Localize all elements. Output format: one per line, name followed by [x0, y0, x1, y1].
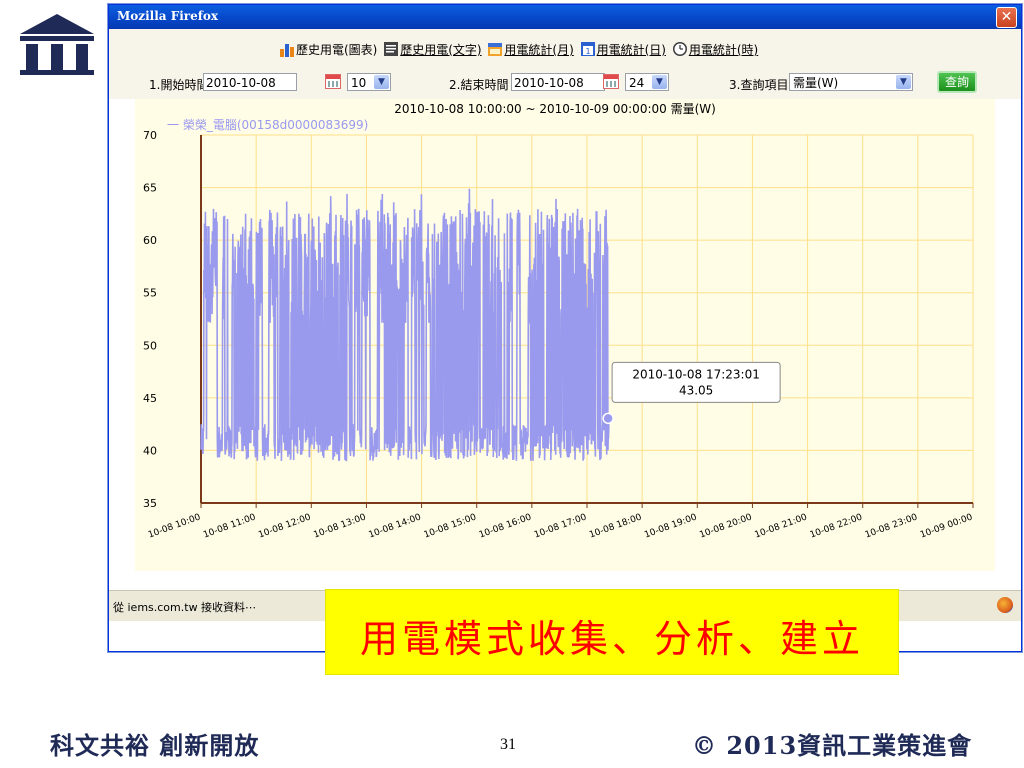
y-tick-label: 40 [143, 444, 157, 457]
x-tick-label: 10-08 16:00 [478, 512, 533, 540]
x-tick-label: 10-08 23:00 [864, 512, 919, 540]
calendar-icon[interactable] [603, 74, 619, 89]
end-date-field[interactable]: 2010-10-08 [511, 73, 605, 91]
bar-chart-icon [280, 44, 294, 57]
end-hour-select[interactable]: 24 ▼ [625, 73, 669, 91]
x-tick-label: 10-08 13:00 [312, 512, 367, 540]
y-tick-label: 35 [143, 497, 157, 510]
chevron-down-icon: ▼ [374, 75, 389, 89]
tooltip-marker [602, 412, 614, 425]
nav-history-text[interactable]: 歷史用電(文字) [383, 41, 482, 58]
chevron-down-icon: ▼ [652, 75, 667, 89]
x-tick-label: 10-08 12:00 [257, 512, 312, 540]
day-calendar-icon: 1 [580, 42, 595, 56]
x-tick-label: 10-08 21:00 [754, 512, 809, 540]
start-date-field[interactable]: 2010-10-08 [203, 73, 297, 91]
chart-area: 35 40 45 50 55 60 65 70 10-08 10:00 10-08 11:00 10… [135, 99, 995, 571]
tooltip-time: 2010-10-08 17:23:01 [632, 367, 759, 381]
chevron-down-icon: ▼ [896, 75, 911, 89]
caption-banner: 用電模式收集、分析、建立 [326, 590, 898, 674]
chart-title: 2010-10-08 10:00:00 ~ 2010-10-09 00:00:0… [394, 102, 716, 116]
end-time-label: 2.結束時間 [449, 78, 509, 92]
close-button[interactable]: ✕ [996, 7, 1017, 28]
x-tick-label: 10-08 11:00 [202, 512, 257, 540]
calendar-icon[interactable] [325, 74, 341, 89]
x-tick-label: 10-08 19:00 [643, 512, 698, 540]
page-number: 31 [500, 736, 516, 753]
status-text: 從 iems.com.tw 接收資料⋯ [113, 601, 257, 614]
pillar-building-icon [20, 14, 94, 75]
x-tick-label: 10-08 22:00 [809, 512, 864, 540]
nav-history-chart[interactable]: 歷史用電(圖表) [279, 41, 377, 58]
y-tick-label: 60 [143, 234, 157, 247]
x-tick-label: 10-08 10:00 [147, 512, 202, 540]
slogan: 科文共裕 創新開放 [50, 731, 260, 760]
x-tick-label: 10-08 18:00 [588, 512, 643, 540]
x-tick-label: 10-08 17:00 [533, 512, 588, 540]
start-time-label: 1.開始時間 [149, 78, 209, 92]
clock-icon [672, 42, 687, 56]
title-bar: Mozilla Firefox ✕ [109, 5, 1021, 29]
page-content: 歷史用電(圖表) 歷史用電(文字) 用電統計(月) 1 用電統計(日) 用電統計… [109, 29, 1021, 621]
query-item-value: 需量(W) [793, 76, 839, 90]
document-icon [384, 42, 399, 56]
nav-stats-hour[interactable]: 用電統計(時) [672, 41, 758, 58]
y-tick-label: 70 [143, 129, 157, 142]
browser-window: Mozilla Firefox ✕ 歷史用電(圖表) 歷史用電(文字) 用電統計… [108, 4, 1022, 652]
start-hour-select[interactable]: 10 ▼ [347, 73, 391, 91]
month-calendar-icon [488, 43, 503, 56]
window-title: Mozilla Firefox [117, 9, 219, 23]
start-hour-value: 10 [351, 76, 367, 90]
query-toolbar: 歷史用電(圖表) 歷史用電(文字) 用電統計(月) 1 用電統計(日) 用電統計… [109, 29, 1021, 99]
series-line [200, 188, 610, 462]
nav-links: 歷史用電(圖表) 歷史用電(文字) 用電統計(月) 1 用電統計(日) 用電統計… [279, 41, 760, 59]
x-tick-label: 10-08 14:00 [368, 512, 423, 540]
legend-entry: 一 榮榮_電腦(00158d0000083699) [167, 117, 368, 132]
x-tick-label: 10-09 00:00 [919, 512, 974, 540]
end-hour-value: 24 [629, 76, 645, 90]
nav-stats-month[interactable]: 用電統計(月) [487, 41, 574, 58]
chart-tooltip: 2010-10-08 17:23:01 43.05 [602, 361, 781, 425]
query-item-select[interactable]: 需量(W) ▼ [789, 73, 913, 91]
x-tick-label: 10-08 15:00 [423, 512, 478, 540]
y-tick-label: 55 [143, 287, 157, 300]
copyright: © 2013資訊工業策進會 [692, 731, 973, 760]
y-tick-label: 50 [143, 339, 157, 352]
power-demand-chart: 354045505560657010-08 10:00 10-08 11:00 10… [143, 102, 974, 541]
query-button[interactable]: 查詢 [937, 71, 977, 93]
y-tick-label: 45 [143, 392, 157, 405]
nav-stats-day[interactable]: 1 用電統計(日) [580, 41, 666, 58]
banner-text: 用電模式收集、分析、建立 [359, 617, 864, 661]
firefox-icon[interactable] [997, 597, 1013, 613]
x-tick-label: 10-08 20:00 [698, 512, 753, 540]
svg-text:1: 1 [585, 47, 590, 56]
query-item-label: 3.查詢項目 [729, 78, 789, 92]
y-tick-label: 65 [143, 182, 157, 195]
tooltip-value: 43.05 [679, 383, 713, 397]
